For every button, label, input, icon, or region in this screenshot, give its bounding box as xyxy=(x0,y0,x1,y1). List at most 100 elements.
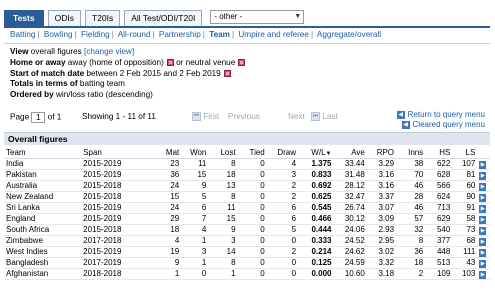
page-number-input[interactable]: 1 xyxy=(31,112,46,123)
col-header-ls[interactable]: LS xyxy=(452,147,478,159)
query-home-label: Home or away xyxy=(10,57,66,67)
cleared-query-menu-link[interactable]: ◀ Cleared query menu xyxy=(397,120,485,130)
row-detail-arrow-icon[interactable]: ▶ xyxy=(479,160,487,169)
row-detail-arrow-icon[interactable]: ▶ xyxy=(479,248,487,257)
nav-partnership[interactable]: Partnership xyxy=(159,30,201,39)
nav-batting[interactable]: Batting xyxy=(10,30,36,39)
cell-team[interactable]: West Indies xyxy=(4,246,82,258)
return-query-menu-link[interactable]: ◀ Return to query menu xyxy=(396,110,485,120)
cell-team[interactable]: South Africa xyxy=(4,224,82,236)
next-page-button[interactable]: Next xyxy=(288,112,305,121)
row-action-cell: ▶ xyxy=(477,191,490,203)
col-header-mat[interactable]: Mat xyxy=(152,147,182,159)
cell-team[interactable]: Pakistan xyxy=(4,169,82,181)
nav-separator: | xyxy=(310,30,314,39)
cell-team[interactable]: Australia xyxy=(4,180,82,192)
col-header-wl[interactable]: W/L▼ xyxy=(298,147,334,159)
row-detail-arrow-icon[interactable]: ▶ xyxy=(479,204,487,213)
cell-ls: 111 xyxy=(452,246,478,258)
remove-filter-icon[interactable] xyxy=(238,59,246,67)
nav-fielding[interactable]: Fielding xyxy=(81,30,110,39)
cell-team[interactable]: Zimbabwe xyxy=(4,235,82,247)
row-detail-arrow-icon[interactable]: ▶ xyxy=(479,270,487,279)
cell-span: 2015-2019 xyxy=(81,202,153,214)
col-header-hs[interactable]: HS xyxy=(425,147,453,159)
row-detail-arrow-icon[interactable]: ▶ xyxy=(479,226,487,235)
row-detail-arrow-icon[interactable]: ▶ xyxy=(479,193,487,202)
col-header-team[interactable]: Team xyxy=(4,147,82,159)
cell-hs: 713 xyxy=(425,202,453,214)
col-header-span[interactable]: Span xyxy=(81,147,153,159)
tab-odis[interactable]: ODIs xyxy=(47,10,81,26)
row-detail-arrow-icon[interactable]: ▶ xyxy=(479,171,487,180)
last-page-button[interactable]: ⏭ Last xyxy=(311,112,338,122)
cell-hs: 109 xyxy=(425,268,453,280)
cell-won: 4 xyxy=(181,224,209,236)
nav-team[interactable]: Team xyxy=(209,30,230,39)
other-format-select[interactable]: - other - ▼ xyxy=(210,10,305,24)
nav-aggregate-overall[interactable]: Aggregate/overall xyxy=(317,30,381,39)
nav-separator: | xyxy=(152,30,155,39)
cell-mat: 4 xyxy=(152,235,182,247)
remove-filter-icon[interactable] xyxy=(223,69,231,77)
row-detail-arrow-icon[interactable]: ▶ xyxy=(479,215,487,224)
nav-bowling[interactable]: Bowling xyxy=(44,30,73,39)
cell-ls: 43 xyxy=(452,257,478,269)
cell-rpo: 3.32 xyxy=(366,257,397,269)
cell-span: 2015-2018 xyxy=(81,224,153,236)
cell-mat: 24 xyxy=(152,202,182,214)
nav-all-round[interactable]: All-round xyxy=(118,30,151,39)
col-header-lost[interactable]: Lost xyxy=(208,147,238,159)
cell-inns: 70 xyxy=(396,169,426,181)
col-header-rpo[interactable]: RPO xyxy=(366,147,397,159)
cell-tied: 0 xyxy=(237,158,267,170)
cell-won: 3 xyxy=(181,246,209,258)
cell-wl: 0.692 xyxy=(298,180,334,192)
previous-page-button[interactable]: Previous xyxy=(228,112,260,121)
cell-team[interactable]: New Zealand xyxy=(4,191,82,203)
cell-ls: 58 xyxy=(452,213,478,225)
cell-team[interactable]: Bangladesh xyxy=(4,257,82,269)
table-row: Bangladesh 2017-2019 9 1 8 0 0 0.125 24.59 3.32 18… xyxy=(4,257,490,269)
cell-mat: 15 xyxy=(152,191,182,203)
first-page-icon: ⏮ xyxy=(192,112,201,122)
col-header-draw[interactable]: Draw xyxy=(266,147,299,159)
cell-wl: 0.833 xyxy=(298,169,334,181)
row-detail-arrow-icon[interactable]: ▶ xyxy=(479,259,487,268)
cell-won: 11 xyxy=(181,158,209,170)
results-count: Showing 1 - 11 of 11 xyxy=(82,112,156,121)
cell-tied: 0 xyxy=(237,191,267,203)
tab-tests[interactable]: Tests xyxy=(4,10,44,26)
tab-t20is[interactable]: T20Is xyxy=(84,10,121,26)
nav-umpire-referee[interactable]: Umpire and referee xyxy=(238,30,309,39)
col-header-inns[interactable]: Inns xyxy=(396,147,426,159)
remove-filter-icon[interactable] xyxy=(166,59,174,67)
cell-team[interactable]: Sri Lanka xyxy=(4,202,82,214)
cell-ave: 10.60 xyxy=(333,268,367,280)
cell-span: 2015-2018 xyxy=(81,180,153,192)
cell-team[interactable]: England xyxy=(4,213,82,225)
cell-lost: 9 xyxy=(208,224,238,236)
cell-won: 5 xyxy=(181,191,209,203)
row-detail-arrow-icon[interactable]: ▶ xyxy=(479,182,487,191)
query-view-value: overall figures xyxy=(30,47,82,56)
cell-ave: 28.12 xyxy=(333,180,367,192)
first-page-button[interactable]: ⏮ First xyxy=(192,112,219,122)
cell-team[interactable]: Afghanistan xyxy=(4,268,82,280)
cell-lost: 15 xyxy=(208,213,238,225)
col-header-won[interactable]: Won xyxy=(181,147,209,159)
tab-all-formats[interactable]: All Test/ODI/T20I xyxy=(124,10,203,26)
cell-lost: 8 xyxy=(208,158,238,170)
cell-team[interactable]: India xyxy=(4,158,82,170)
nav-separator: | xyxy=(37,30,40,39)
cell-wl: 0.333 xyxy=(298,235,334,247)
row-detail-arrow-icon[interactable]: ▶ xyxy=(479,237,487,246)
cell-draw: 5 xyxy=(266,224,299,236)
row-action-cell: ▶ xyxy=(477,268,490,280)
col-header-tied[interactable]: Tied xyxy=(237,147,267,159)
cell-won: 6 xyxy=(181,202,209,214)
row-action-cell: ▶ xyxy=(477,158,490,170)
change-view-link[interactable]: [change view] xyxy=(84,47,134,56)
cell-wl: 0.625 xyxy=(298,191,334,203)
col-header-ave[interactable]: Ave xyxy=(333,147,367,159)
